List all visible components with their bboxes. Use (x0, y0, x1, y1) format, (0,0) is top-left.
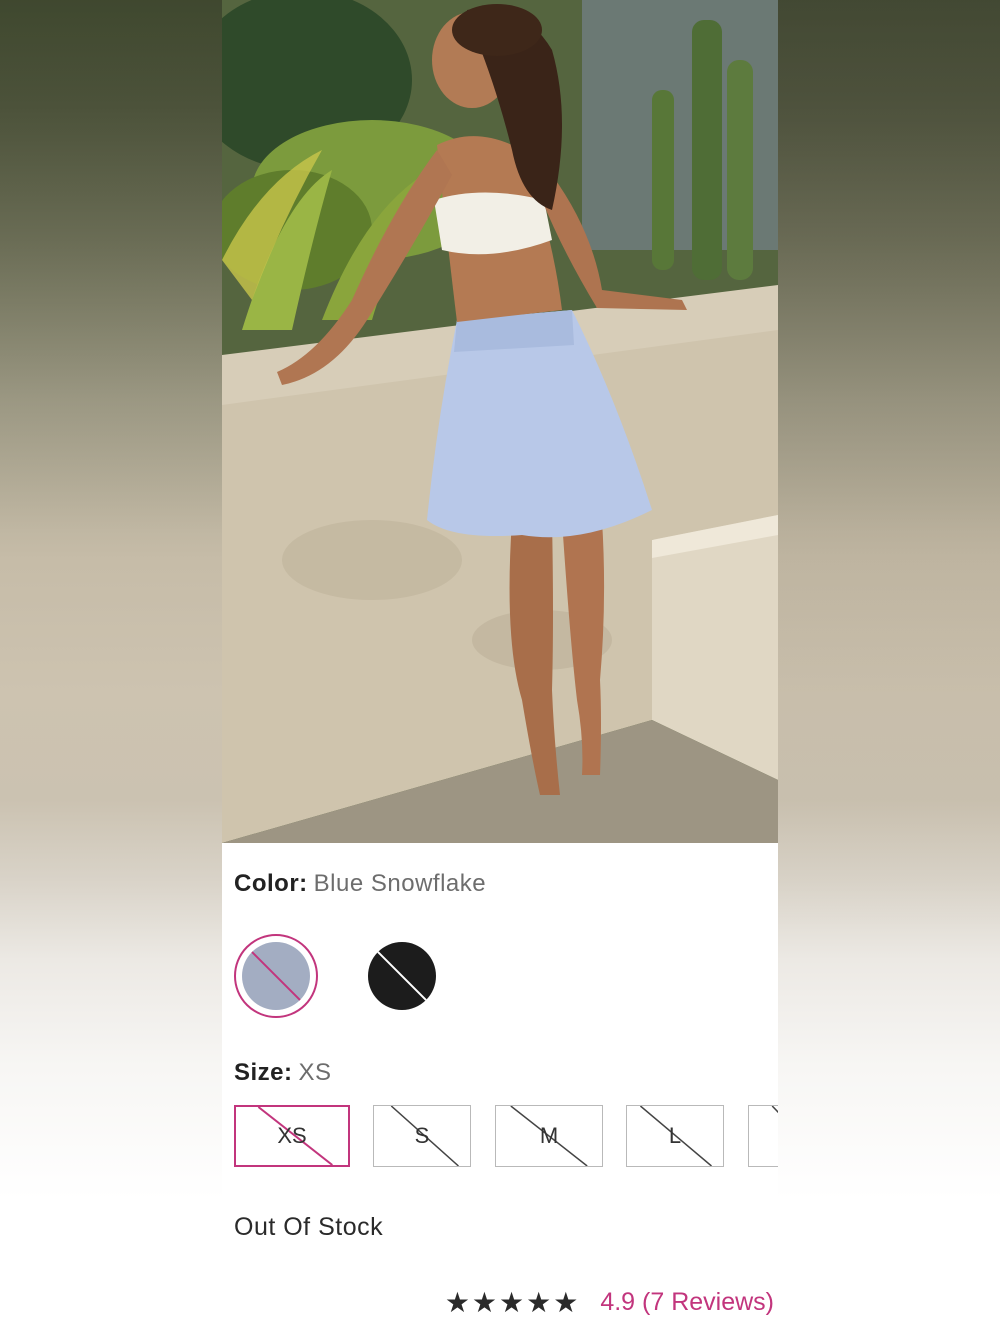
size-option-label: S (414, 1123, 430, 1148)
size-option-xs[interactable]: XS (234, 1105, 350, 1167)
star-rating-icons: ★★★★★ (444, 1286, 581, 1319)
size-option-label: L (668, 1123, 682, 1148)
unavailable-slash (368, 942, 436, 1010)
unavailable-slash (749, 1106, 778, 1166)
size-label: Size: (234, 1059, 293, 1086)
swatch-black[interactable] (360, 934, 444, 1018)
swatch-blue-snowflake[interactable] (234, 934, 318, 1018)
color-value: Blue Snowflake (313, 870, 487, 897)
product-page: Color: Blue Snowflake Size: XS XS S M L … (222, 0, 778, 1333)
color-label-row: Color: Blue Snowflake (234, 870, 486, 898)
stock-status: Out Of Stock (234, 1213, 384, 1241)
color-label: Color: (234, 870, 308, 897)
size-value: XS (298, 1059, 332, 1086)
product-image[interactable] (222, 0, 778, 843)
size-option-label: XS (277, 1123, 307, 1148)
size-option-l[interactable]: L (626, 1105, 724, 1167)
unavailable-slash (242, 942, 310, 1010)
reviews-link[interactable]: 4.9 (7 Reviews) (600, 1288, 774, 1317)
swatch-fill (368, 942, 436, 1010)
size-label-row: Size: XS (234, 1059, 332, 1087)
rating-row[interactable]: ★★★★★ 4.9 (7 Reviews) (445, 1286, 774, 1319)
size-option-m[interactable]: M (495, 1105, 603, 1167)
size-option-label: M (539, 1123, 559, 1148)
size-option-xl[interactable] (748, 1105, 778, 1167)
product-photo-illustration (222, 0, 778, 843)
size-option-s[interactable]: S (373, 1105, 471, 1167)
swatch-fill (242, 942, 310, 1010)
